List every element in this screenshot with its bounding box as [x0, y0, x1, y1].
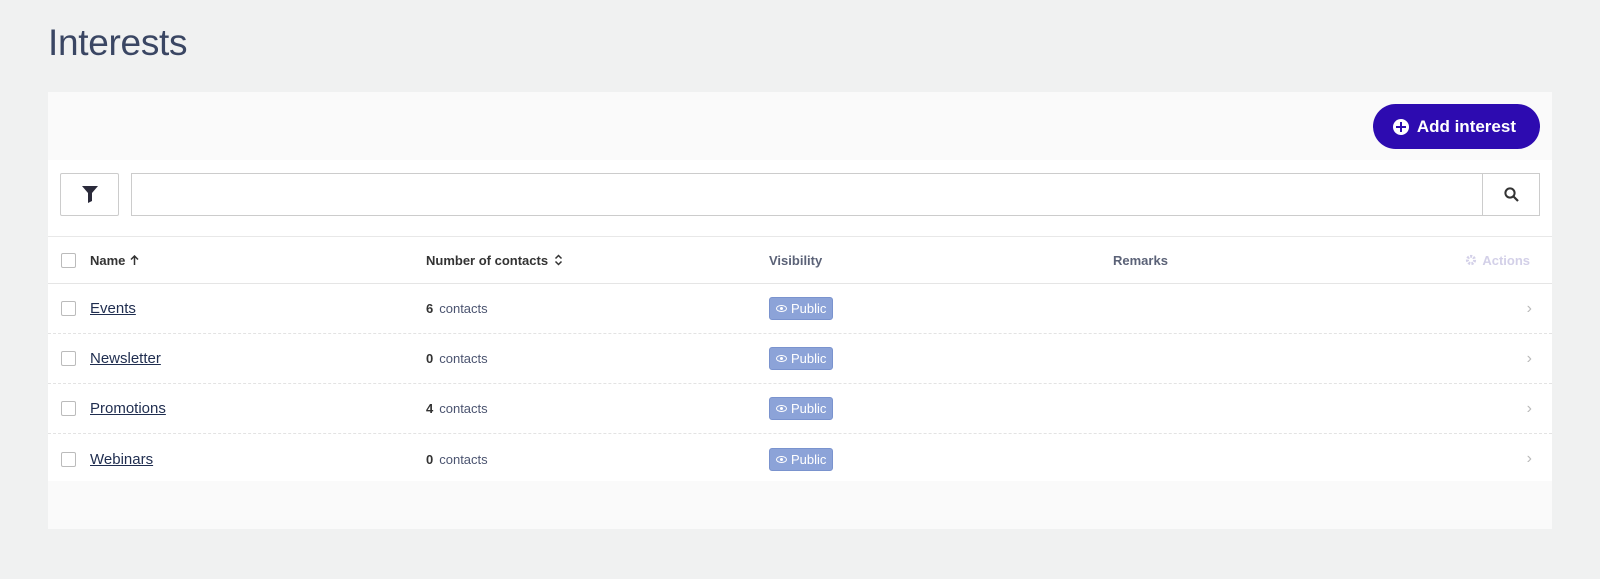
chevron-right-icon[interactable]: › [1527, 300, 1532, 318]
add-interest-label: Add interest [1416, 116, 1516, 136]
visibility-badge: Public [769, 447, 834, 471]
page-title: Interests [48, 22, 188, 63]
interest-name-link[interactable]: Newsletter [90, 350, 161, 367]
visibility-column-header: Visibility [769, 252, 823, 268]
contact-count-unit: contacts [439, 401, 488, 416]
actions-header-label: Actions [1482, 252, 1530, 268]
chevron-right-icon[interactable]: › [1527, 400, 1532, 418]
contact-count-unit: contacts [439, 451, 488, 467]
add-interest-button[interactable]: Add interest [1372, 104, 1540, 149]
contact-count-value: 0 [426, 451, 434, 467]
contacts-column-header[interactable]: Number of contacts [426, 253, 563, 268]
filter-button[interactable] [60, 173, 119, 216]
arrow-up-icon [130, 254, 139, 265]
sort-icon [555, 254, 563, 266]
remarks-column-header: Remarks [1113, 252, 1168, 268]
select-all-checkbox[interactable] [61, 252, 76, 268]
contact-count: 0 contacts [426, 351, 488, 366]
table-row[interactable]: Events 6 contacts Public › [48, 284, 1552, 334]
contact-count-value: 6 [426, 301, 434, 316]
visibility-label: Public [791, 351, 827, 366]
row-checkbox[interactable] [61, 301, 76, 316]
table-footer [48, 481, 1552, 529]
contact-count: 6 contacts [426, 301, 488, 316]
visibility-badge: Public [769, 397, 834, 420]
row-checkbox[interactable] [61, 451, 76, 467]
table-row[interactable]: Newsletter 0 contacts Public › [48, 334, 1552, 384]
name-column-header[interactable]: Name [90, 253, 139, 268]
search-icon [1503, 187, 1519, 202]
contact-count-unit: contacts [439, 301, 488, 316]
row-checkbox[interactable] [61, 401, 76, 416]
interest-name-link[interactable]: Webinars [90, 451, 153, 468]
eye-icon [776, 455, 787, 463]
visibility-label: Public [791, 301, 827, 316]
contact-count: 4 contacts [426, 401, 488, 416]
contacts-header-label: Number of contacts [426, 252, 549, 268]
search-input[interactable] [131, 173, 1483, 216]
visibility-badge: Public [769, 347, 834, 370]
interests-table: Name Number of contacts Visibility Remar… [48, 236, 1552, 484]
eye-icon [776, 305, 787, 312]
table-row[interactable]: Webinars 0 contacts Public › [48, 434, 1552, 484]
eye-icon [776, 405, 787, 412]
contact-count-unit: contacts [439, 351, 488, 366]
visibility-label: Public [791, 401, 827, 416]
filter-icon [81, 186, 98, 203]
name-header-label: Name [90, 252, 126, 268]
interests-card: Add interest Name Number of contacts Vis… [48, 92, 1552, 529]
chevron-right-icon[interactable]: › [1527, 450, 1532, 468]
search-button[interactable] [1482, 173, 1540, 216]
chevron-right-icon[interactable]: › [1527, 350, 1532, 368]
eye-icon [776, 355, 787, 362]
interest-name-link[interactable]: Events [90, 300, 136, 317]
contact-count-value: 4 [426, 401, 434, 416]
gear-icon [1466, 254, 1477, 266]
toolbar: Add interest [48, 92, 1552, 160]
table-row[interactable]: Promotions 4 contacts Public › [48, 384, 1552, 434]
plus-circle-icon [1392, 118, 1409, 135]
actions-column-header: Actions [1465, 253, 1530, 268]
row-checkbox[interactable] [61, 351, 76, 366]
interest-name-link[interactable]: Promotions [90, 400, 166, 417]
visibility-label: Public [791, 451, 827, 467]
table-header: Name Number of contacts Visibility Remar… [48, 237, 1552, 284]
contact-count: 0 contacts [426, 452, 488, 467]
visibility-badge: Public [769, 297, 834, 320]
contact-count-value: 0 [426, 351, 434, 366]
